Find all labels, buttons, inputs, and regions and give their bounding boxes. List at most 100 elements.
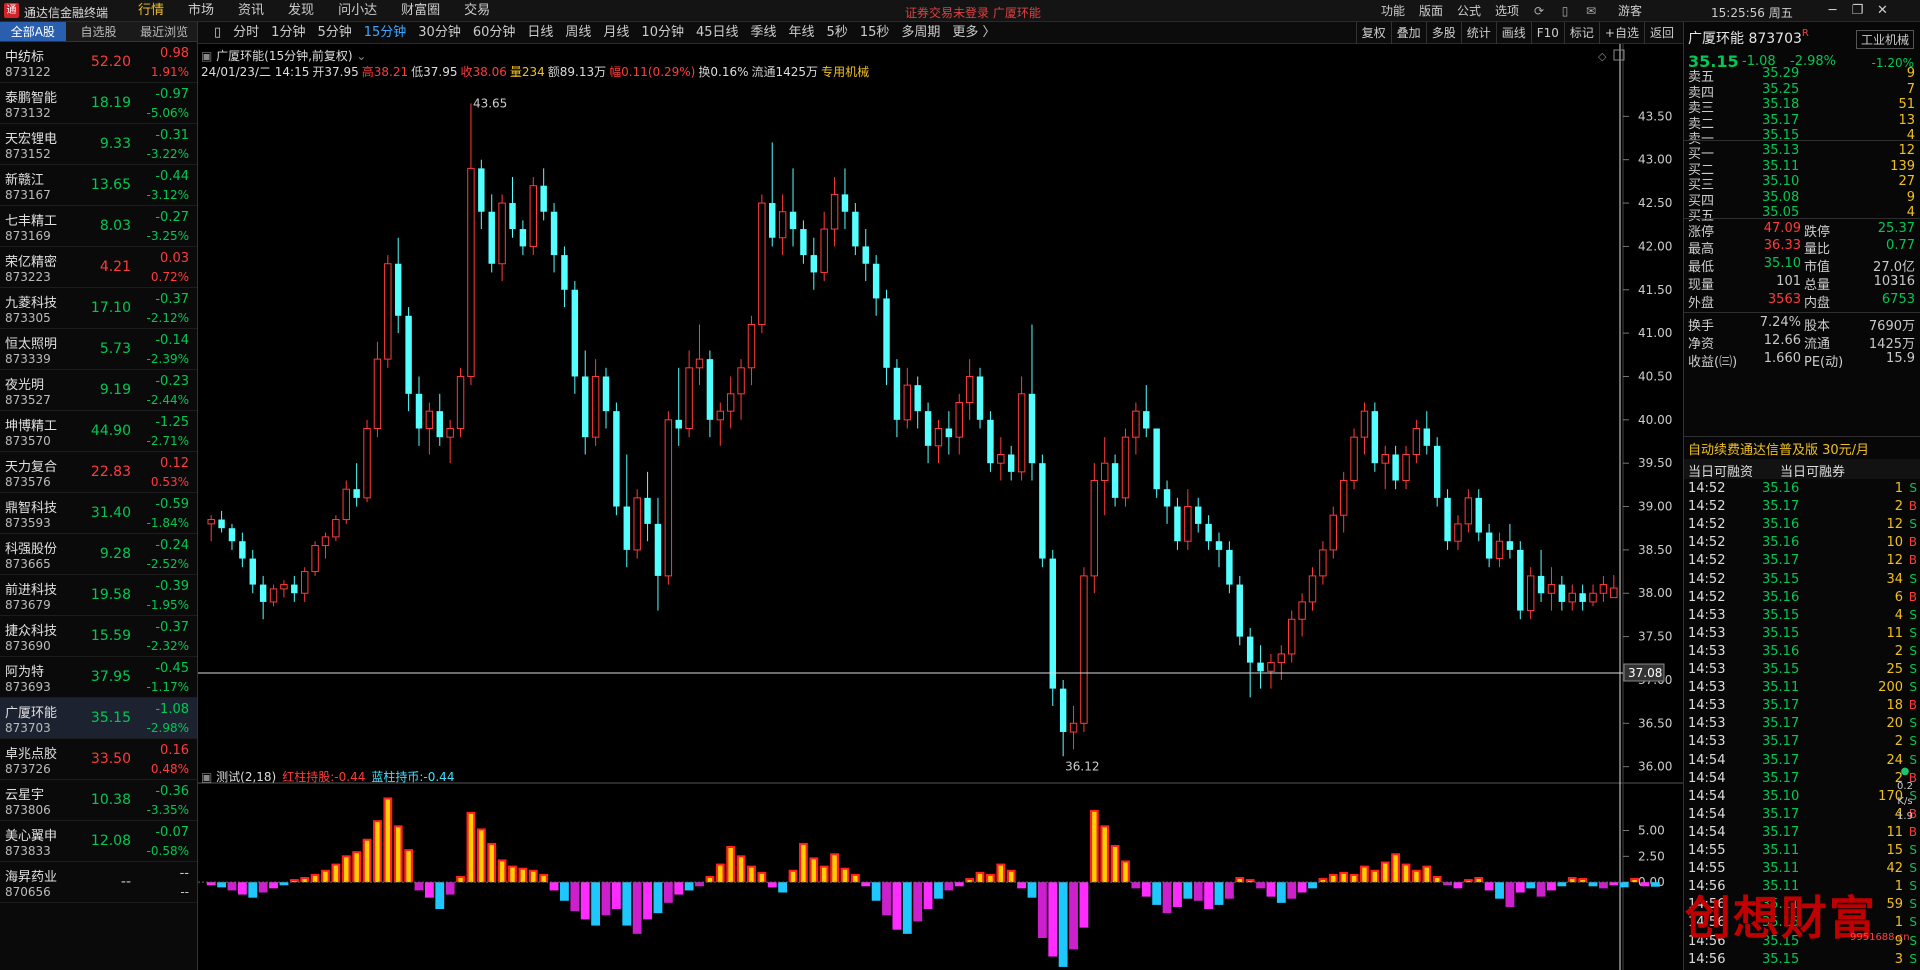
- refresh-icon[interactable]: ⟳: [1526, 0, 1552, 22]
- stock-row[interactable]: 广厦环能 873703 35.15 -1.08 -2.98%: [0, 698, 197, 739]
- stock-row[interactable]: 新赣江 873167 13.65 -0.44 -3.12%: [0, 165, 197, 206]
- indicator-bar: [601, 882, 611, 916]
- candle: [1246, 627, 1254, 698]
- period-tab[interactable]: 多周期: [895, 22, 946, 44]
- trade-price: 35.15: [1762, 951, 1800, 967]
- stock-row[interactable]: 海昇药业 870656 -- -- --: [0, 862, 197, 903]
- period-tab[interactable]: 60分钟: [467, 22, 522, 44]
- chart-tool-button[interactable]: +自选: [1598, 22, 1644, 44]
- stock-row[interactable]: 泰鹏智能 873132 18.19 -0.97 -5.06%: [0, 83, 197, 124]
- period-tab[interactable]: 30分钟: [412, 22, 467, 44]
- chart-tool-button[interactable]: 复权: [1355, 22, 1391, 44]
- sector-badge[interactable]: 工业机械: [1855, 30, 1914, 49]
- close-icon[interactable]: ✕: [1870, 0, 1895, 22]
- ask-volume: 7: [1906, 81, 1915, 97]
- period-tab[interactable]: 日线: [521, 22, 559, 44]
- stat-label: 现量: [1688, 278, 1715, 293]
- stock-row[interactable]: 美心翼申 873833 12.08 -0.07 -0.58%: [0, 821, 197, 862]
- indicator-bar: [1360, 865, 1369, 883]
- stock-price: 18.19: [90, 95, 131, 111]
- chart-tool-button[interactable]: F10: [1530, 22, 1564, 44]
- candle: [852, 203, 859, 256]
- top-menu-item[interactable]: 财富圈: [389, 0, 452, 22]
- top-menu-item[interactable]: 交易: [452, 0, 502, 22]
- tab-all-a-shares[interactable]: 全部A股: [0, 22, 66, 41]
- period-tab[interactable]: 1分钟: [265, 22, 311, 44]
- mail-icon[interactable]: ✉: [1578, 0, 1604, 22]
- stock-name: 天宏锂电: [5, 132, 58, 147]
- stock-row[interactable]: 荣亿精密 873223 4.21 0.03 0.72%: [0, 247, 197, 288]
- phone-icon[interactable]: ▯: [1552, 0, 1578, 22]
- candle: [800, 220, 807, 264]
- period-tab[interactable]: 45日线: [690, 22, 745, 44]
- candle: [841, 168, 849, 230]
- candle: [1267, 653, 1275, 689]
- period-tab[interactable]: 5秒: [821, 22, 854, 44]
- stock-row[interactable]: 云星宇 873806 10.38 -0.36 -3.35%: [0, 780, 197, 821]
- chart-tool-button[interactable]: 多股: [1425, 22, 1461, 44]
- menu-options[interactable]: 选项: [1488, 0, 1526, 22]
- stock-row[interactable]: 中纺标 873122 52.20 0.98 1.91%: [0, 42, 197, 83]
- stock-row[interactable]: 阿为特 873693 37.95 -0.45 -1.17%: [0, 657, 197, 698]
- collapse-icon[interactable]: ▣: [201, 49, 216, 63]
- chart-tool-button[interactable]: 画线: [1495, 22, 1531, 44]
- minimize-icon[interactable]: ─: [1820, 0, 1845, 22]
- chart-tool-button[interactable]: 标记: [1563, 22, 1599, 44]
- stock-row[interactable]: 恒太照明 873339 5.73 -0.14 -2.39%: [0, 329, 197, 370]
- stock-row[interactable]: 卓兆点胶 873726 33.50 0.16 0.48%: [0, 739, 197, 780]
- tab-watchlist[interactable]: 自选股: [66, 22, 132, 41]
- indicator-bar: [591, 882, 601, 926]
- sidebar-toggle-icon[interactable]: ▯: [208, 22, 227, 44]
- period-tab[interactable]: 5分钟: [311, 22, 357, 44]
- period-tab[interactable]: 15分钟: [358, 22, 413, 44]
- chart-tool-button[interactable]: 叠加: [1390, 22, 1426, 44]
- login-notice[interactable]: 证券交易未登录 广厦环能: [905, 4, 1041, 21]
- stock-row[interactable]: 天力复合 873576 22.83 0.12 0.53%: [0, 452, 197, 493]
- chart-tool-button[interactable]: 统计: [1460, 22, 1496, 44]
- subscription-promo[interactable]: 自动续费通达信普及版 30元/月: [1688, 439, 1869, 458]
- diamond-icon[interactable]: ◇: [1598, 50, 1607, 63]
- stock-row[interactable]: 七丰精工 873169 8.03 -0.27 -3.25%: [0, 206, 197, 247]
- stock-row[interactable]: 科强股份 873665 9.28 -0.24 -2.52%: [0, 534, 197, 575]
- stock-row[interactable]: 天宏锂电 873152 9.33 -0.31 -3.22%: [0, 124, 197, 165]
- stock-row[interactable]: 坤博精工 873570 44.90 -1.25 -2.71%: [0, 411, 197, 452]
- indicator-bar: [1308, 882, 1317, 889]
- period-tab[interactable]: 15秒: [854, 22, 896, 44]
- menu-layout[interactable]: 版面: [1412, 0, 1450, 22]
- trade-row: 14:54 35.17 4 B: [1684, 807, 1920, 825]
- period-tab[interactable]: 年线: [783, 22, 821, 44]
- period-tab[interactable]: 季线: [745, 22, 783, 44]
- period-tab[interactable]: 更多 〉: [946, 22, 1001, 44]
- indicator-bar: [508, 865, 517, 883]
- period-tab[interactable]: 分时: [227, 22, 265, 44]
- collapse-icon[interactable]: ▣: [201, 770, 216, 784]
- period-tab[interactable]: 月线: [597, 22, 635, 44]
- top-menu-item[interactable]: 资讯: [226, 0, 276, 22]
- tab-recent[interactable]: 最近浏览: [131, 22, 197, 41]
- top-menu-item[interactable]: 行情: [126, 0, 176, 22]
- trade-row: 14:52 35.17 2 B: [1684, 499, 1920, 517]
- chart-tool-button[interactable]: 返回: [1643, 22, 1679, 44]
- speed-widget[interactable]: ● 0.2 K/s 1.9: [1892, 762, 1918, 862]
- restore-icon[interactable]: ❐: [1845, 0, 1870, 22]
- stock-row[interactable]: 前进科技 873679 19.58 -0.39 -1.95%: [0, 575, 197, 616]
- kline-chart[interactable]: 43.50 43.00 42.50 42.00 41.50 41.00 40.50 40.00…: [198, 44, 1683, 970]
- sector-link[interactable]: 专用机械: [821, 65, 869, 79]
- stock-row[interactable]: 鼎智科技 873593 31.40 -0.59 -1.84%: [0, 493, 197, 534]
- top-menu-item[interactable]: 发现: [276, 0, 326, 22]
- candle: [540, 168, 547, 221]
- period-tab[interactable]: 10分钟: [635, 22, 690, 44]
- stock-row[interactable]: 九菱科技 873305 17.10 -0.37 -2.12%: [0, 288, 197, 329]
- stock-row[interactable]: 捷众科技 873690 15.59 -0.37 -2.32%: [0, 616, 197, 657]
- chevron-down-icon[interactable]: ⌄: [353, 49, 366, 63]
- period-tab[interactable]: 周线: [559, 22, 597, 44]
- indicator-name[interactable]: 测试(2,18): [216, 770, 276, 784]
- stock-row[interactable]: 夜光明 873527 9.19 -0.23 -2.44%: [0, 370, 197, 411]
- menu-formula[interactable]: 公式: [1450, 0, 1488, 22]
- menu-function[interactable]: 功能: [1374, 0, 1412, 22]
- top-menu-item[interactable]: 市场: [176, 0, 226, 22]
- indicator-bar: [809, 857, 819, 883]
- top-menu-item[interactable]: 问小达: [326, 0, 389, 22]
- candle: [987, 411, 994, 472]
- user-label[interactable]: 游客: [1604, 0, 1656, 22]
